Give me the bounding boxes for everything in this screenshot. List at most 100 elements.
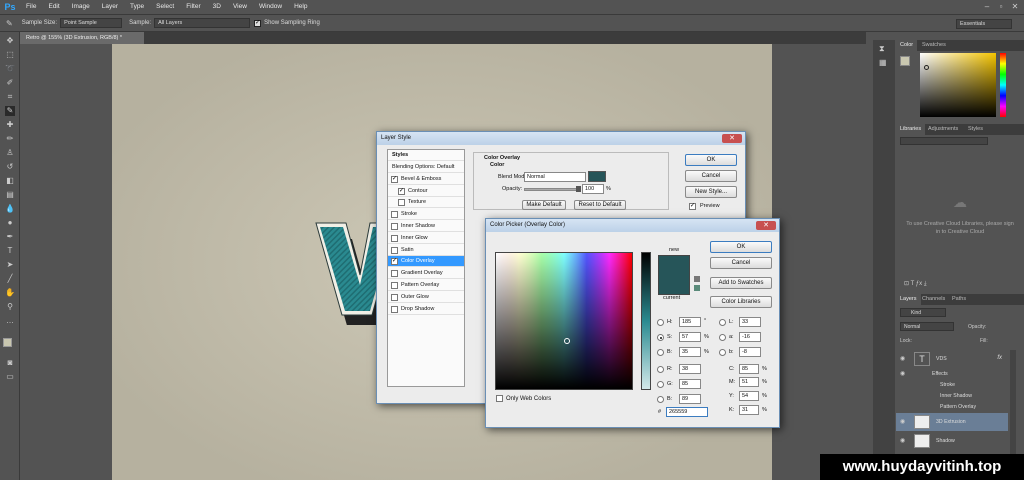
style-checkbox[interactable] xyxy=(391,211,398,219)
close-icon[interactable]: ✕ xyxy=(1008,0,1022,14)
style-checkbox[interactable]: ✓ xyxy=(391,175,398,183)
show-ring-checkbox[interactable]: ✓ xyxy=(254,19,262,27)
library-footer-icons[interactable]: ⊡ T ƒx ⤓ xyxy=(904,280,926,288)
library-select[interactable] xyxy=(900,137,988,145)
style-item-bevel-emboss[interactable]: ✓ Bevel & Emboss xyxy=(388,174,464,185)
red-radio[interactable] xyxy=(657,366,664,373)
lab-a-field[interactable]: -16 xyxy=(739,332,761,342)
stamp-tool-icon[interactable]: ♙ xyxy=(5,148,15,158)
style-item-texture[interactable]: Texture xyxy=(388,197,464,209)
move-tool-icon[interactable]: ✥ xyxy=(5,36,15,46)
color-picker-close-icon[interactable]: ✕ xyxy=(756,221,776,230)
properties-panel-icon[interactable]: ▦ xyxy=(879,58,887,67)
pen-tool-icon[interactable]: ✒ xyxy=(5,232,15,242)
layer-row[interactable]: Stroke xyxy=(896,380,1008,390)
hand-tool-icon[interactable]: ✋ xyxy=(5,288,15,298)
lab-l-field[interactable]: 33 xyxy=(739,317,761,327)
color-libraries-button[interactable]: Color Libraries xyxy=(710,296,772,308)
make-default-button[interactable]: Make Default xyxy=(522,200,566,210)
lab-a-radio[interactable] xyxy=(719,334,726,341)
style-checkbox[interactable] xyxy=(391,293,398,301)
layer-style-cancel-button[interactable]: Cancel xyxy=(685,170,737,182)
visibility-eye-icon[interactable]: ◉ xyxy=(900,418,905,425)
hue-field[interactable]: 185 xyxy=(679,317,701,327)
menu-view[interactable]: View xyxy=(227,0,253,14)
tab-adjustments[interactable]: Adjustments xyxy=(924,124,962,135)
zoom-tool-icon[interactable]: ⚲ xyxy=(5,302,15,312)
magenta-field[interactable]: 51 xyxy=(739,377,759,387)
blue-radio[interactable] xyxy=(657,396,664,403)
menu-window[interactable]: Window xyxy=(253,0,288,14)
green-radio[interactable] xyxy=(657,381,664,388)
black-field[interactable]: 31 xyxy=(739,405,759,415)
style-checkbox[interactable] xyxy=(391,305,398,313)
lab-l-radio[interactable] xyxy=(719,319,726,326)
only-web-colors-checkbox[interactable] xyxy=(496,395,503,402)
blur-tool-icon[interactable]: 💧 xyxy=(5,204,15,214)
layer-row[interactable]: Pattern Overlay xyxy=(896,402,1008,412)
layer-row[interactable]: ◉ 3D Extrusion xyxy=(896,413,1008,431)
tab-paths[interactable]: Paths xyxy=(948,294,970,305)
gradient-tool-icon[interactable]: ▤ xyxy=(5,190,15,200)
layer-row[interactable]: ◉ T VDS fx xyxy=(896,350,1008,368)
style-item-color-overlay[interactable]: ✓ Color Overlay xyxy=(388,256,464,268)
menu-edit[interactable]: Edit xyxy=(42,0,65,14)
styles-header[interactable]: Styles xyxy=(388,150,464,161)
shape-tool-icon[interactable]: ╱ xyxy=(5,274,15,284)
panel-foreground-swatch[interactable] xyxy=(900,56,910,66)
cyan-field[interactable]: 85 xyxy=(739,364,759,374)
color-picker-ok-button[interactable]: OK xyxy=(710,241,772,253)
menu-3d[interactable]: 3D xyxy=(207,0,227,14)
opacity-slider[interactable] xyxy=(524,188,578,191)
menu-file[interactable]: File xyxy=(20,0,42,14)
layer-blend-select[interactable]: Normal xyxy=(900,322,954,331)
panel-hue-strip[interactable] xyxy=(1000,53,1006,117)
lasso-tool-icon[interactable]: ➰ xyxy=(5,64,15,74)
visibility-eye-icon[interactable]: ◉ xyxy=(900,370,905,377)
style-checkbox[interactable] xyxy=(391,282,398,289)
green-field[interactable]: 85 xyxy=(679,379,701,389)
style-item-contour[interactable]: ✓ Contour xyxy=(388,186,464,197)
yellow-field[interactable]: 54 xyxy=(739,391,759,401)
reset-default-button[interactable]: Reset to Default xyxy=(574,200,626,210)
style-item-drop-shadow[interactable]: Drop Shadow xyxy=(388,304,464,315)
lab-b-radio[interactable] xyxy=(719,349,726,356)
document-tab[interactable]: Retro @ 155% (3D Extrusion, RGB/8) * xyxy=(20,32,144,44)
style-checkbox[interactable] xyxy=(391,223,398,230)
eyedropper-tool-icon[interactable]: ✎ xyxy=(5,106,15,116)
menu-layer[interactable]: Layer xyxy=(96,0,124,14)
tab-swatches[interactable]: Swatches xyxy=(918,40,950,51)
style-checkbox[interactable] xyxy=(398,199,405,207)
style-checkbox[interactable]: ✓ xyxy=(398,187,405,195)
sample-size-select[interactable]: Point Sample xyxy=(60,18,123,28)
minimize-icon[interactable]: – xyxy=(980,0,994,14)
hue-radio[interactable] xyxy=(657,319,664,326)
layer-row[interactable]: ◉ Shadow xyxy=(896,432,1008,450)
menu-help[interactable]: Help xyxy=(288,0,313,14)
dialog-close-icon[interactable]: ✕ xyxy=(722,134,742,143)
saturation-field[interactable]: 57 xyxy=(679,332,701,342)
history-panel-icon[interactable]: ⧗ xyxy=(879,44,885,54)
hex-field[interactable]: 265559 xyxy=(666,407,708,417)
visibility-eye-icon[interactable]: ◉ xyxy=(900,355,905,362)
eyedropper-icon[interactable]: ✎ xyxy=(6,19,13,28)
style-item-blending-options-default[interactable]: Blending Options: Default xyxy=(388,162,464,173)
gamut-warning-icon[interactable] xyxy=(694,276,700,282)
preview-checkbox[interactable]: ✓ xyxy=(689,203,696,210)
layer-filter-select[interactable]: Kind xyxy=(900,308,946,317)
style-item-gradient-overlay[interactable]: Gradient Overlay xyxy=(388,268,464,280)
color-picker-cancel-button[interactable]: Cancel xyxy=(710,257,772,269)
layer-row[interactable]: Inner Shadow xyxy=(896,391,1008,401)
brightness-radio[interactable] xyxy=(657,349,664,356)
more-tools-icon[interactable]: … xyxy=(5,316,15,326)
dodge-tool-icon[interactable]: ● xyxy=(5,218,15,228)
menu-type[interactable]: Type xyxy=(124,0,150,14)
maximize-icon[interactable]: ▫ xyxy=(994,0,1008,14)
web-safe-icon[interactable] xyxy=(694,285,700,291)
workspace-select[interactable]: Essentials xyxy=(956,19,1012,29)
tab-layers[interactable]: Layers xyxy=(896,294,921,305)
new-style-button[interactable]: New Style... xyxy=(685,186,737,198)
overlay-color-swatch[interactable] xyxy=(588,171,606,182)
style-checkbox[interactable]: ✓ xyxy=(391,258,398,266)
menu-select[interactable]: Select xyxy=(150,0,180,14)
